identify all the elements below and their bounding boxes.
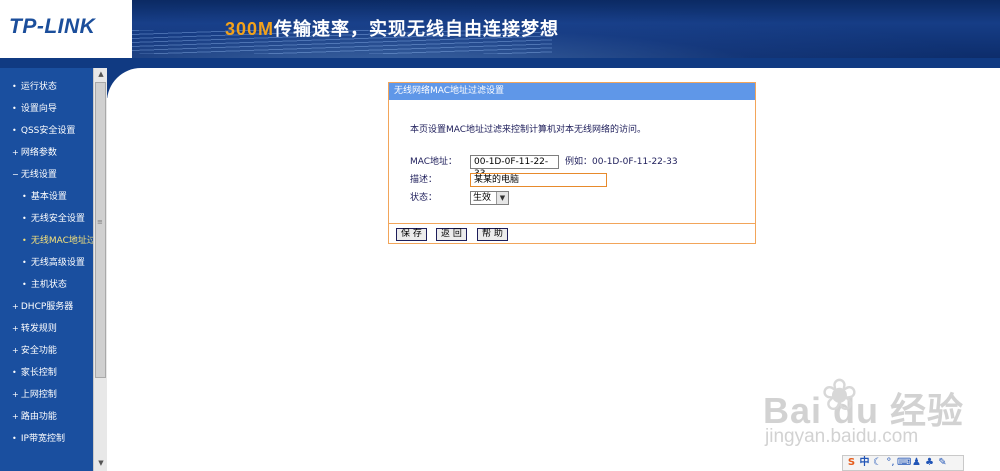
chinese-mode-icon[interactable]: 中 bbox=[858, 456, 871, 470]
bullet-icon: • bbox=[12, 82, 17, 91]
status-label: 状态： bbox=[410, 193, 438, 203]
banner-slogan: 300M传输速率，实现无线自由连接梦想 bbox=[225, 15, 559, 41]
sidebar-item-label: 设置向导 bbox=[20, 104, 57, 114]
sidebar-item[interactable]: + 安全功能 bbox=[0, 340, 93, 362]
dialog-title: 无线网络MAC地址过滤设置 bbox=[389, 83, 755, 100]
sidebar-item-label: 转发规则 bbox=[20, 324, 57, 334]
sidebar-item-label: 上网控制 bbox=[20, 390, 57, 400]
bullet-icon: + bbox=[12, 346, 19, 355]
dialog-intro: 本页设置MAC地址过滤来控制计算机对本无线网络的访问。 bbox=[410, 125, 647, 135]
sidebar-item[interactable]: + DHCP服务器 bbox=[0, 296, 93, 318]
watermark-url: jingyan.baidu.com bbox=[765, 426, 919, 447]
sidebar-item[interactable]: • 无线安全设置 bbox=[0, 208, 93, 230]
mac-row: MAC地址： bbox=[410, 154, 471, 170]
sidebar: • 运行状态 • 设置向导 • QSS安全设置 + 网络参数 − 无线设置 • 基本设置 •… bbox=[0, 68, 107, 471]
logo-container: TP-LINK bbox=[0, 0, 132, 58]
chevron-down-icon[interactable]: ▼ bbox=[496, 192, 508, 204]
bullet-icon: • bbox=[22, 214, 27, 223]
scroll-up-icon[interactable]: ▲ bbox=[96, 69, 106, 79]
slogan-highlight: 300M bbox=[225, 19, 275, 39]
desc-label: 描述： bbox=[410, 175, 438, 185]
ime-toolbar[interactable]: S 中 ☾ °, ⌨♟ ♣ ✎ bbox=[842, 455, 964, 471]
bullet-icon: + bbox=[12, 324, 19, 333]
bullet-icon: • bbox=[22, 192, 27, 201]
bullet-icon: • bbox=[22, 236, 27, 245]
shirt-icon[interactable]: ♣ bbox=[923, 456, 936, 470]
description-input[interactable]: 某某的电脑 bbox=[470, 173, 607, 187]
sidebar-item[interactable]: + 上网控制 bbox=[0, 384, 93, 406]
sidebar-item-label: 无线设置 bbox=[20, 170, 57, 180]
bullet-icon: + bbox=[12, 302, 19, 311]
mac-filter-dialog: 无线网络MAC地址过滤设置 本页设置MAC地址过滤来控制计算机对本无线网络的访问… bbox=[388, 82, 756, 244]
status-value: 生效 bbox=[473, 193, 492, 203]
status-row: 状态： bbox=[410, 190, 471, 206]
sidebar-item[interactable]: • 基本设置 bbox=[0, 186, 93, 208]
back-button[interactable]: 返 回 bbox=[436, 228, 467, 241]
baidu-watermark: Bai du 经验 ❀ jingyan.baidu.com bbox=[763, 370, 993, 455]
sidebar-item[interactable]: • 主机状态 bbox=[0, 274, 93, 296]
header-stripe bbox=[0, 58, 1000, 68]
sogou-icon[interactable]: S bbox=[845, 456, 858, 470]
sidebar-item-label: QSS安全设置 bbox=[20, 126, 76, 136]
status-select[interactable]: 生效 ▼ bbox=[470, 191, 509, 205]
sidebar-scrollbar[interactable]: ▲ ≡ ▼ bbox=[93, 68, 107, 471]
mac-label: MAC地址： bbox=[410, 157, 458, 167]
wrench-icon[interactable]: ✎ bbox=[936, 456, 949, 470]
sidebar-item[interactable]: + 路由功能 bbox=[0, 406, 93, 428]
tp-link-logo: TP-LINK bbox=[9, 15, 96, 38]
sidebar-item-label: 路由功能 bbox=[20, 412, 57, 422]
sidebar-item-label: 安全功能 bbox=[20, 346, 57, 356]
user-icon[interactable]: ♟ bbox=[910, 456, 923, 470]
slogan-text: 传输速率，实现无线自由连接梦想 bbox=[274, 19, 560, 40]
sidebar-item-label: 网络参数 bbox=[20, 148, 57, 158]
moon-icon[interactable]: ☾ bbox=[871, 456, 884, 470]
dialog-footer: 保 存 返 回 帮 助 bbox=[389, 223, 755, 243]
sidebar-item-label: 运行状态 bbox=[20, 82, 57, 92]
sidebar-item[interactable]: • 无线MAC地址过滤 bbox=[0, 230, 93, 252]
sidebar-item[interactable]: • QSS安全设置 bbox=[0, 120, 93, 142]
sidebar-item[interactable]: + 网络参数 bbox=[0, 142, 93, 164]
content-corner bbox=[107, 68, 167, 128]
bullet-icon: + bbox=[12, 390, 19, 399]
sidebar-item[interactable]: • 家长控制 bbox=[0, 362, 93, 384]
scrollbar-thumb[interactable] bbox=[95, 82, 106, 378]
help-button[interactable]: 帮 助 bbox=[477, 228, 508, 241]
sidebar-item-label: 无线MAC地址过滤 bbox=[30, 236, 93, 246]
keyboard-icon[interactable]: ⌨ bbox=[897, 456, 911, 470]
sidebar-item[interactable]: • 无线高级设置 bbox=[0, 252, 93, 274]
bullet-icon: • bbox=[12, 104, 17, 113]
paw-icon: ❀ bbox=[821, 370, 858, 421]
save-button[interactable]: 保 存 bbox=[396, 228, 427, 241]
sidebar-item-label: 无线高级设置 bbox=[30, 258, 85, 268]
bullet-icon: − bbox=[12, 170, 19, 179]
bullet-icon: + bbox=[12, 412, 19, 421]
bullet-icon: • bbox=[22, 258, 27, 267]
sidebar-item-label: 主机状态 bbox=[30, 280, 67, 290]
bullet-icon: • bbox=[22, 280, 27, 289]
punctuation-icon[interactable]: °, bbox=[884, 456, 897, 470]
bullet-icon: + bbox=[12, 148, 19, 157]
sidebar-item[interactable]: • 设置向导 bbox=[0, 98, 93, 120]
sidebar-item-label: IP带宽控制 bbox=[20, 434, 65, 444]
sidebar-item-label: 无线安全设置 bbox=[30, 214, 85, 224]
mac-example: 例如：00-1D-0F-11-22-33 bbox=[565, 157, 678, 167]
bullet-icon: • bbox=[12, 126, 17, 135]
sidebar-item-label: 基本设置 bbox=[30, 192, 67, 202]
bullet-icon: • bbox=[12, 434, 17, 443]
mac-address-input[interactable]: 00-1D-0F-11-22-33 bbox=[470, 155, 559, 179]
sidebar-item[interactable]: • 运行状态 bbox=[0, 76, 93, 98]
bullet-icon: • bbox=[12, 368, 17, 377]
header-banner: TP-LINK 300M传输速率，实现无线自由连接梦想 bbox=[0, 0, 1000, 58]
grip-icon: ≡ bbox=[97, 218, 103, 226]
sidebar-item-label: 家长控制 bbox=[20, 368, 57, 378]
scroll-down-icon[interactable]: ▼ bbox=[96, 458, 106, 468]
sidebar-menu: • 运行状态 • 设置向导 • QSS安全设置 + 网络参数 − 无线设置 • 基本设置 •… bbox=[0, 76, 93, 450]
desc-row: 描述： bbox=[410, 172, 471, 188]
sidebar-item[interactable]: + 转发规则 bbox=[0, 318, 93, 340]
sidebar-item-label: DHCP服务器 bbox=[20, 302, 74, 312]
sidebar-item[interactable]: • IP带宽控制 bbox=[0, 428, 93, 450]
sidebar-item[interactable]: − 无线设置 bbox=[0, 164, 93, 186]
